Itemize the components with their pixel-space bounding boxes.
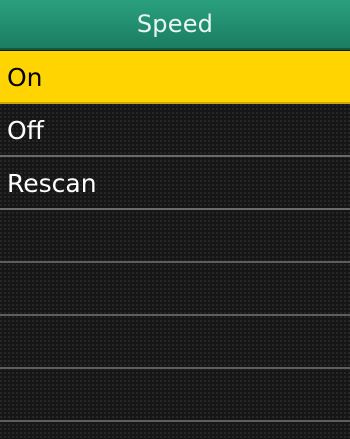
device-screen: Speed On Off Rescan — [0, 0, 350, 439]
empty-menu-row — [0, 263, 350, 316]
page-title: Speed — [0, 0, 350, 50]
empty-menu-row — [0, 210, 350, 263]
menu-item-rescan[interactable]: Rescan — [0, 157, 350, 210]
menu-item-on[interactable]: On — [0, 51, 350, 104]
empty-menu-row — [0, 369, 350, 422]
empty-menu-row — [0, 316, 350, 369]
settings-menu: On Off Rescan — [0, 51, 350, 422]
menu-item-off[interactable]: Off — [0, 104, 350, 157]
